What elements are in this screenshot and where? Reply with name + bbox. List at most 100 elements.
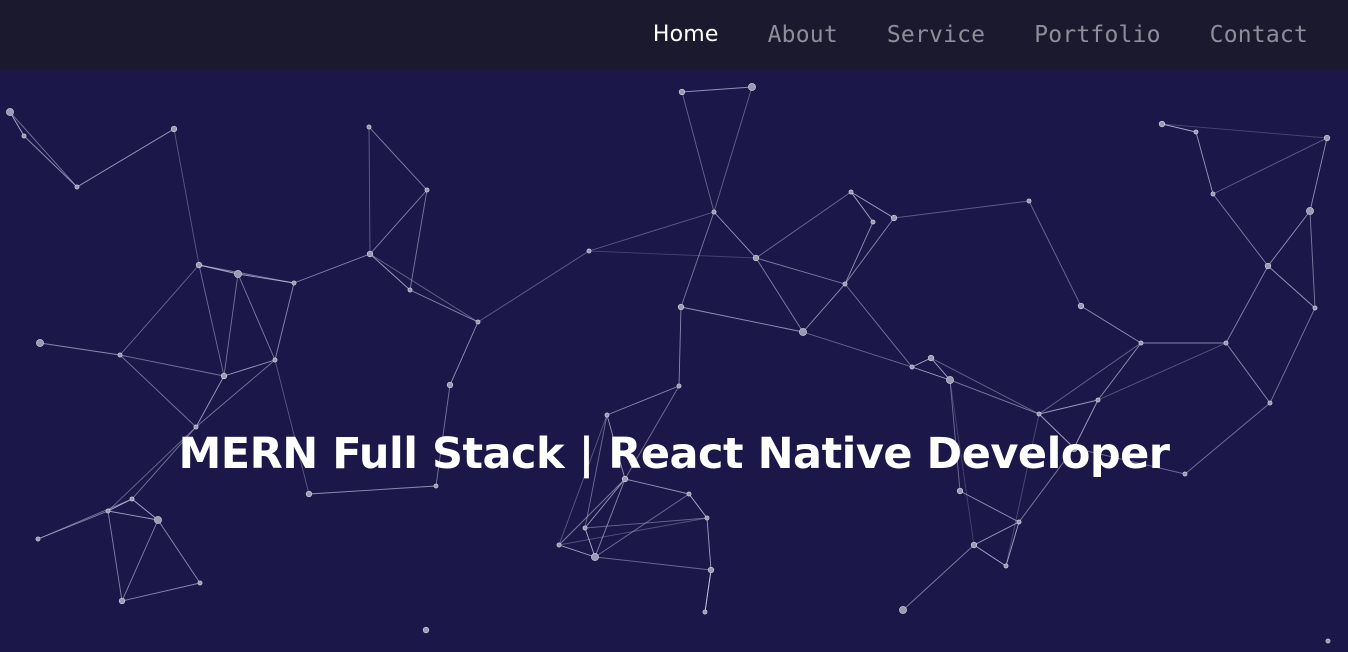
network-link [594,478,626,558]
nav-service-link[interactable]: Service [887,22,985,48]
network-node [799,328,807,336]
network-link [844,217,895,285]
network-link [930,357,1040,415]
network-node [1323,134,1331,142]
network-link [802,283,846,333]
network-node [890,214,898,222]
network-node [870,219,876,225]
network-link [237,273,276,361]
network-node [197,580,203,586]
network-node [677,303,685,311]
network-link [409,289,479,323]
network-link [949,379,1040,415]
network-link [195,359,276,428]
network-node [707,566,715,574]
network-link [1225,342,1271,404]
hero-title: MERN Full Stack | React Native Developer [178,429,1170,479]
network-link [1161,123,1328,139]
network-link [23,135,78,188]
network-link [1080,305,1142,344]
network-link [755,257,804,333]
network-link [1038,342,1142,415]
network-link [121,519,159,602]
network-link [369,253,479,323]
network-node [678,88,686,96]
network-link [1225,265,1269,344]
network-link [1212,193,1269,267]
network-link [911,357,932,368]
network-node [154,516,162,524]
network-link [1267,210,1311,267]
network-link [198,264,295,284]
nav-about-link[interactable]: About [768,22,838,48]
network-link [195,375,225,428]
network-link [131,498,159,521]
hero-section: MERN Full Stack | React Native Developer [0,69,1348,652]
network-node [1210,191,1216,197]
network-node [927,354,935,362]
network-node [305,490,313,498]
network-node [899,606,907,614]
nav-home-link[interactable]: Home [653,22,719,47]
network-node [842,281,848,287]
network-node [433,483,439,489]
network-node [909,364,915,370]
network-node [1138,340,1144,346]
network-link [584,527,596,558]
network-node [1026,198,1032,204]
network-node [704,515,710,521]
network-link [477,250,590,323]
network-link [973,521,1020,546]
network-link [121,582,201,602]
network-node [424,187,430,193]
network-node [446,381,454,389]
network-node [748,83,756,91]
network-node [848,189,854,195]
particle-network-background [6,83,1331,644]
network-link [119,354,197,428]
nav-portfolio-link[interactable]: Portfolio [1034,22,1160,48]
network-link [293,253,371,284]
network-link [1195,131,1214,195]
network-link [755,257,846,285]
network-link [902,544,975,611]
network-link [802,331,913,368]
network-node [586,248,592,254]
network-node [129,496,135,502]
network-link [594,556,712,571]
network-link [1309,137,1328,212]
network-link [588,250,757,259]
network-node [1223,340,1229,346]
network-node [117,352,123,358]
network-node [21,133,27,139]
network-link [1309,210,1316,309]
network-link [606,385,680,416]
network-node [1016,519,1022,525]
network-link [850,191,895,219]
network-link [198,264,225,377]
network-node [105,508,111,514]
network-link [9,111,78,188]
network-link [107,510,159,521]
network-link [1269,307,1316,404]
network-node [195,261,203,269]
network-link [409,189,428,291]
network-node [1312,305,1318,311]
network-node [970,541,978,549]
network-node [1158,120,1166,128]
network-link [893,200,1030,219]
network-link [157,519,201,584]
network-node [676,383,682,389]
network-node [291,280,297,286]
network-node [1267,400,1273,406]
nav-contact-link[interactable]: Contact [1210,22,1308,48]
network-link [107,510,123,602]
network-node [170,125,178,133]
network-node [6,108,14,116]
network-link [449,321,479,386]
network-node [1193,129,1199,135]
network-link [274,282,295,361]
network-node [1325,638,1331,644]
network-link [308,485,437,495]
network-node [74,184,80,190]
